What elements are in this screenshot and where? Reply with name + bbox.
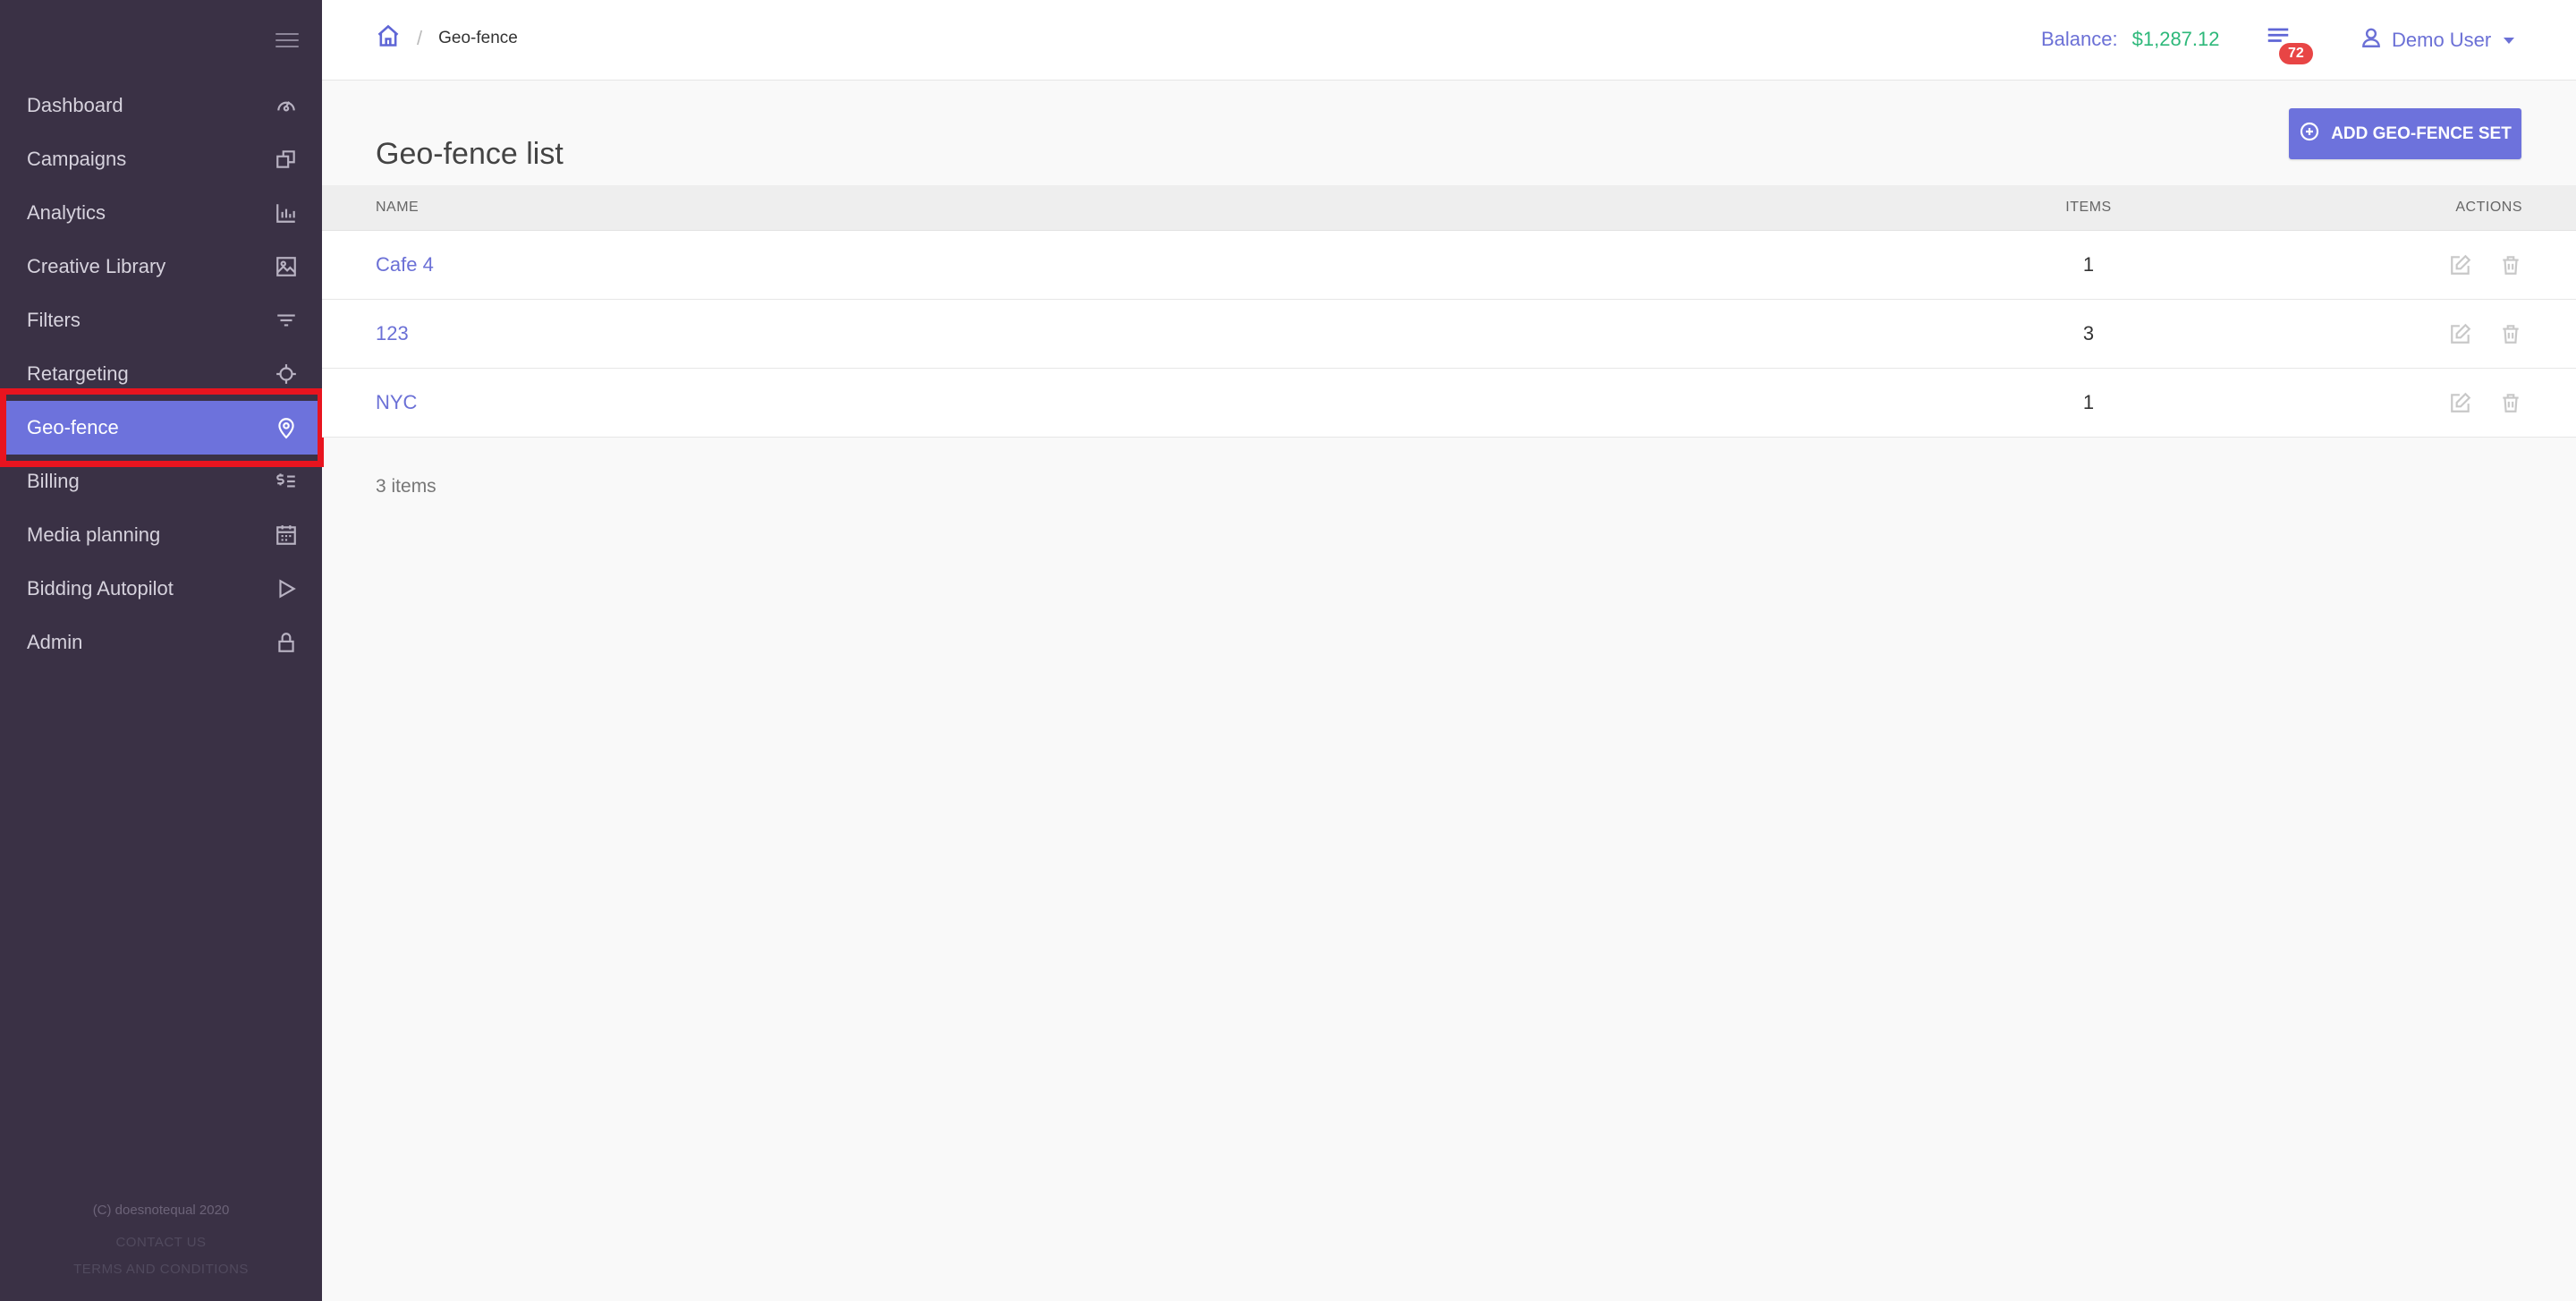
campaigns-icon bbox=[274, 147, 299, 172]
edit-icon[interactable] bbox=[2449, 253, 2472, 276]
column-header-actions: ACTIONS bbox=[2455, 200, 2522, 215]
sidebar-item-label: Billing bbox=[27, 470, 80, 492]
trash-icon[interactable] bbox=[2499, 322, 2522, 345]
sidebar-item-analytics[interactable]: Analytics bbox=[0, 186, 322, 240]
edit-icon[interactable] bbox=[2449, 322, 2472, 345]
sidebar-item-label: Analytics bbox=[27, 201, 106, 224]
sidebar-item-label: Media planning bbox=[27, 523, 161, 546]
dashboard-icon bbox=[274, 93, 299, 118]
chevron-down-icon bbox=[2504, 37, 2515, 44]
plus-circle-icon bbox=[2299, 121, 2320, 148]
edit-icon[interactable] bbox=[2449, 391, 2472, 414]
sidebar-item-creative-library[interactable]: Creative Library bbox=[0, 240, 322, 293]
trash-icon[interactable] bbox=[2499, 391, 2522, 414]
app-root: Dashboard Campaigns Analytics Creative L… bbox=[0, 0, 2576, 1301]
sidebar-item-filters[interactable]: Filters bbox=[0, 293, 322, 347]
sidebar-item-label: Bidding Autopilot bbox=[27, 577, 174, 599]
items-count-cell: 3 bbox=[2082, 322, 2095, 344]
billing-icon bbox=[274, 469, 299, 494]
column-header-name[interactable]: NAME bbox=[376, 200, 419, 216]
sidebar-item-label: Retargeting bbox=[27, 362, 129, 385]
user-menu[interactable]: Demo User bbox=[2360, 26, 2515, 55]
map-pin-icon bbox=[274, 415, 299, 440]
menu-toggle-icon[interactable] bbox=[275, 29, 299, 52]
breadcrumb: / Geo-fence bbox=[376, 23, 518, 54]
sidebar-nav: Dashboard Campaigns Analytics Creative L… bbox=[0, 79, 322, 669]
notification-badge: 72 bbox=[2279, 43, 2313, 64]
breadcrumb-separator: / bbox=[417, 27, 423, 49]
sidebar-item-label: Dashboard bbox=[27, 94, 123, 116]
column-header-items[interactable]: ITEMS bbox=[2021, 200, 2156, 216]
notifications-button[interactable]: 72 bbox=[2265, 25, 2318, 64]
trash-icon[interactable] bbox=[2499, 253, 2522, 276]
top-header: / Geo-fence Balance: $1,287.12 72 Demo Us… bbox=[322, 0, 2576, 81]
add-button-label: ADD GEO-FENCE SET bbox=[2331, 123, 2512, 143]
analytics-icon bbox=[274, 200, 299, 225]
sidebar-footer: (C) doesnotequal 2020 CONTACT US TERMS A… bbox=[0, 1197, 322, 1283]
crosshair-icon bbox=[274, 361, 299, 387]
play-icon bbox=[274, 576, 299, 601]
geo-fence-table: NAME ITEMS ACTIONS Cafe 4 1 123 3 NYC 1 bbox=[322, 185, 2576, 438]
breadcrumb-current: Geo-fence bbox=[438, 29, 518, 47]
geo-fence-name-link[interactable]: NYC bbox=[376, 391, 417, 413]
terms-link[interactable]: TERMS AND CONDITIONS bbox=[0, 1256, 322, 1283]
user-icon bbox=[2360, 26, 2383, 55]
geo-fence-name-link[interactable]: 123 bbox=[376, 322, 409, 344]
user-name: Demo User bbox=[2392, 29, 2492, 51]
sidebar-item-label: Geo-fence bbox=[27, 416, 119, 438]
items-total-text: 3 items bbox=[376, 476, 436, 497]
sidebar-item-label: Creative Library bbox=[27, 255, 166, 277]
table-header: NAME ITEMS ACTIONS bbox=[322, 185, 2576, 231]
balance: Balance: $1,287.12 bbox=[2041, 28, 2220, 51]
calendar-icon bbox=[274, 523, 299, 548]
geo-fence-name-link[interactable]: Cafe 4 bbox=[376, 253, 434, 276]
sidebar-item-campaigns[interactable]: Campaigns bbox=[0, 132, 322, 186]
copyright-text: (C) doesnotequal 2020 bbox=[92, 1203, 230, 1218]
lock-icon bbox=[274, 630, 299, 655]
sidebar-item-media-planning[interactable]: Media planning bbox=[0, 508, 322, 562]
table-row: NYC 1 bbox=[322, 369, 2576, 438]
sidebar-item-label: Campaigns bbox=[27, 148, 127, 170]
balance-amount: $1,287.12 bbox=[2131, 28, 2220, 50]
items-count-cell: 1 bbox=[2082, 253, 2095, 276]
sidebar-item-geo-fence[interactable]: Geo-fence bbox=[4, 401, 318, 455]
page-title: Geo-fence list bbox=[376, 136, 564, 171]
table-row: 123 3 bbox=[322, 300, 2576, 369]
sidebar-item-bidding-autopilot[interactable]: Bidding Autopilot bbox=[0, 562, 322, 616]
add-geo-fence-set-button[interactable]: ADD GEO-FENCE SET bbox=[2289, 108, 2521, 159]
sidebar-item-billing[interactable]: Billing bbox=[0, 455, 322, 508]
sidebar-item-label: Filters bbox=[27, 309, 80, 331]
sidebar: Dashboard Campaigns Analytics Creative L… bbox=[0, 0, 324, 1301]
contact-us-link[interactable]: CONTACT US bbox=[0, 1229, 322, 1256]
home-icon[interactable] bbox=[376, 23, 401, 54]
sidebar-item-label: Admin bbox=[27, 631, 83, 653]
sidebar-item-dashboard[interactable]: Dashboard bbox=[0, 79, 322, 132]
sidebar-item-admin[interactable]: Admin bbox=[0, 616, 322, 669]
balance-label: Balance: bbox=[2041, 28, 2118, 50]
sidebar-item-retargeting[interactable]: Retargeting bbox=[0, 347, 322, 401]
table-row: Cafe 4 1 bbox=[322, 231, 2576, 300]
filter-icon bbox=[274, 308, 299, 333]
items-count-cell: 1 bbox=[2082, 391, 2095, 413]
image-icon bbox=[274, 254, 299, 279]
